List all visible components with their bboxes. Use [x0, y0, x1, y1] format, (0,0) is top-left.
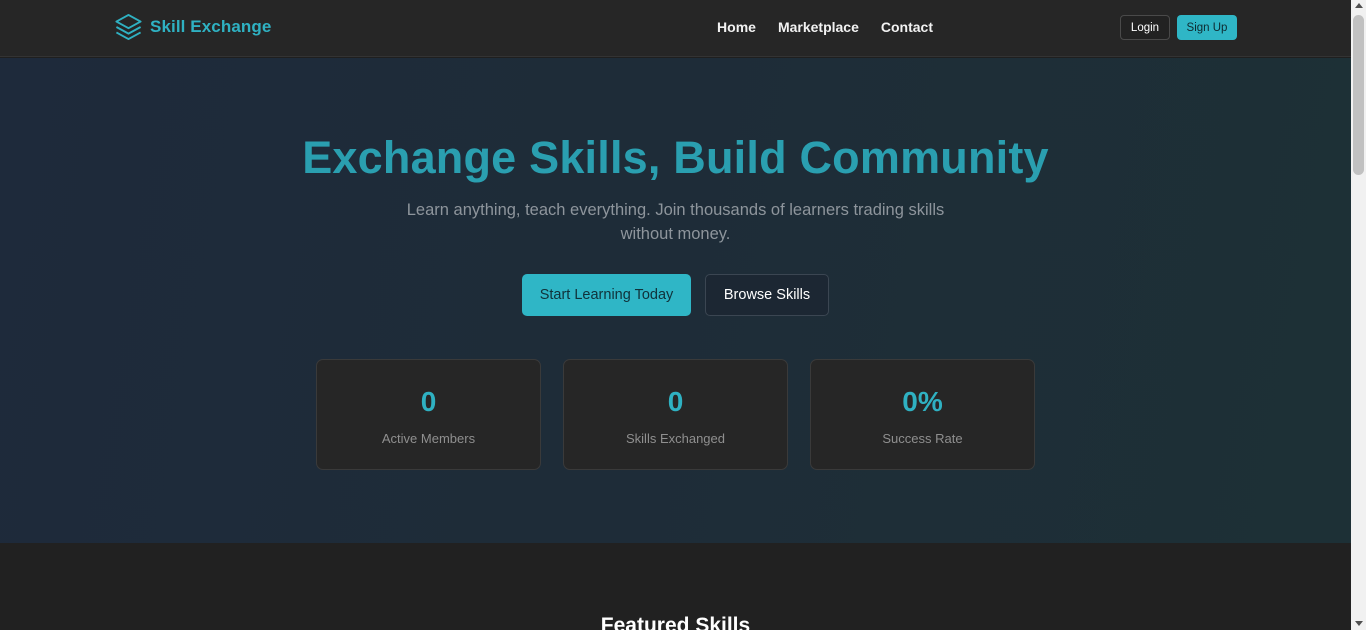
- nav-home-link[interactable]: Home: [717, 19, 756, 35]
- featured-skills-section: Featured Skills: [0, 543, 1351, 630]
- vertical-scrollbar[interactable]: [1351, 0, 1366, 630]
- stat-label: Skills Exchanged: [626, 431, 725, 446]
- signup-button[interactable]: Sign Up: [1177, 15, 1237, 40]
- featured-skills-title: Featured Skills: [600, 614, 751, 630]
- navbar: Skill Exchange Home Marketplace Contact …: [0, 0, 1351, 57]
- scroll-down-arrow-icon[interactable]: [1354, 621, 1363, 626]
- brand-logo-link[interactable]: Skill Exchange: [114, 12, 271, 42]
- browse-skills-button[interactable]: Browse Skills: [705, 274, 829, 316]
- layers-icon: [115, 13, 142, 41]
- page: Skill Exchange Home Marketplace Contact …: [0, 0, 1351, 630]
- scrollbar-thumb[interactable]: [1353, 15, 1364, 175]
- stat-card-members: 0 Active Members: [316, 359, 541, 470]
- stat-value: 0: [667, 386, 684, 417]
- scroll-up-arrow-icon[interactable]: [1354, 3, 1363, 8]
- start-learning-button[interactable]: Start Learning Today: [522, 274, 691, 316]
- hero-section: Exchange Skills, Build Community Learn a…: [0, 58, 1351, 543]
- stat-card-skills-exchanged: 0 Skills Exchanged: [563, 359, 788, 470]
- stat-label: Success Rate: [882, 431, 963, 446]
- login-button[interactable]: Login: [1120, 15, 1170, 40]
- hero-title: Exchange Skills, Build Community: [302, 132, 1049, 183]
- nav-contact-link[interactable]: Contact: [881, 19, 933, 35]
- stat-value: 0%: [902, 386, 943, 417]
- stat-value: 0: [420, 386, 437, 417]
- nav-marketplace-link[interactable]: Marketplace: [778, 19, 859, 35]
- stat-card-success-rate: 0% Success Rate: [810, 359, 1035, 470]
- hero-subtitle: Learn anything, teach everything. Join t…: [406, 201, 945, 243]
- stat-label: Active Members: [381, 431, 476, 446]
- main-nav: Home Marketplace Contact: [717, 19, 933, 35]
- brand-name: Skill Exchange: [150, 17, 272, 36]
